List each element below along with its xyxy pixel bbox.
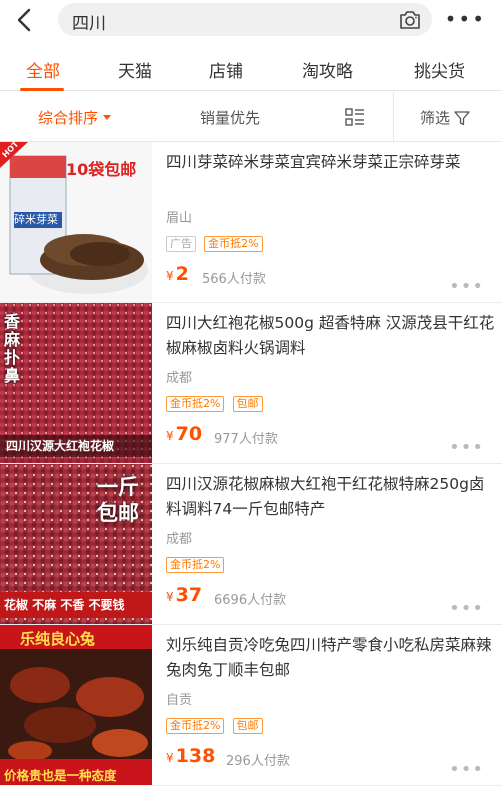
product-tags: 金币抵2% 包邮 — [166, 396, 266, 412]
product-title[interactable]: 四川芽菜碎米芽菜宜宾碎米芽菜正宗碎芽菜 — [166, 150, 496, 175]
product-price: ¥70 — [166, 423, 202, 445]
more-options-icon[interactable]: ••• — [445, 9, 486, 29]
image-caption: 一斤包邮 — [97, 475, 139, 525]
product-title[interactable]: 四川汉源花椒麻椒大红袍干红花椒特麻250g卤料调料74一斤包邮特产 — [166, 472, 496, 522]
product-item[interactable]: 乐纯良心兔 价格贵也是一种态度 刘乐纯自贡冷吃兔四川特产零食小吃私房菜麻辣兔肉兔… — [0, 625, 502, 786]
ad-tag: 广告 — [166, 236, 196, 252]
category-tabs: 全部 天猫 店铺 淘攻略 挑尖货 — [0, 47, 502, 91]
coin-discount-tag: 金币抵2% — [204, 236, 263, 252]
price-value: 70 — [175, 423, 203, 445]
image-caption: 10袋包邮 — [66, 160, 137, 179]
image-caption: 香麻扑鼻 — [4, 312, 21, 385]
tab-all[interactable]: 全部 — [26, 57, 60, 82]
currency-symbol: ¥ — [166, 590, 174, 604]
product-item[interactable]: 一斤包邮 花椒 不麻 不香 不要钱 四川汉源花椒麻椒大红袍干红花椒特麻250g卤… — [0, 464, 502, 625]
price-value: 138 — [175, 745, 216, 767]
search-input[interactable]: 四川 — [58, 3, 432, 36]
free-shipping-tag: 包邮 — [232, 396, 263, 412]
product-tags: 金币抵2% — [166, 557, 227, 573]
sort-sales-button[interactable]: 销量优先 — [200, 107, 260, 128]
filter-button[interactable]: 筛选 — [420, 107, 470, 128]
image-caption: 花椒 不麻 不香 不要钱 — [4, 598, 125, 612]
tab-picks[interactable]: 挑尖货 — [414, 57, 465, 82]
product-tags: 金币抵2% 包邮 — [166, 718, 266, 734]
sort-comprehensive-label: 综合排序 — [38, 109, 99, 127]
product-sales: 296人付款 — [226, 754, 290, 769]
sort-bar: 综合排序 销量优先 筛选 — [0, 92, 502, 142]
top-bar: 四川 ••• — [0, 0, 502, 40]
search-query: 四川 — [72, 14, 106, 34]
sort-comprehensive-button[interactable]: 综合排序 — [38, 107, 112, 128]
product-sales: 566人付款 — [202, 272, 266, 287]
image-caption: 四川汉源大红袍花椒 — [6, 439, 115, 453]
more-options-icon[interactable]: ••• — [449, 278, 484, 296]
active-tab-indicator — [20, 88, 64, 91]
product-sales: 977人付款 — [214, 432, 278, 447]
product-tags: 广告 金币抵2% — [166, 236, 266, 252]
product-title[interactable]: 四川大红袍花椒500g 超香特麻 汉源茂县干红花椒麻椒卤料火锅调料 — [166, 311, 496, 361]
product-sales: 6696人付款 — [214, 593, 287, 608]
filter-label: 筛选 — [420, 109, 451, 127]
price-value: 37 — [175, 584, 203, 606]
product-location: 成都 — [166, 532, 193, 547]
coin-discount-tag: 金币抵2% — [166, 557, 225, 573]
product-image: 一斤包邮 花椒 不麻 不香 不要钱 — [0, 464, 152, 624]
caret-down-icon — [103, 115, 112, 120]
filter-icon — [454, 111, 470, 126]
free-shipping-tag: 包邮 — [232, 718, 263, 734]
tab-guides[interactable]: 淘攻略 — [302, 57, 353, 82]
more-options-icon[interactable]: ••• — [449, 761, 484, 779]
tab-stores[interactable]: 店铺 — [209, 57, 243, 82]
product-item[interactable]: 香麻扑鼻 四川汉源大红袍花椒 四川大红袍花椒500g 超香特麻 汉源茂县干红花椒… — [0, 303, 502, 464]
divider — [393, 92, 394, 142]
image-caption: 碎米芽菜 — [14, 213, 58, 226]
product-price: ¥138 — [166, 745, 215, 767]
product-location: 眉山 — [166, 211, 193, 226]
list-layout-icon[interactable] — [345, 107, 365, 127]
more-options-icon[interactable]: ••• — [449, 439, 484, 457]
coin-discount-tag: 金币抵2% — [166, 396, 225, 412]
tab-tmall[interactable]: 天猫 — [118, 57, 152, 82]
currency-symbol: ¥ — [166, 751, 174, 765]
camera-icon[interactable] — [398, 9, 422, 31]
currency-symbol: ¥ — [166, 269, 174, 283]
currency-symbol: ¥ — [166, 429, 174, 443]
product-price: ¥37 — [166, 584, 202, 606]
product-image: HOT 10袋包邮 碎米芽菜 — [0, 142, 152, 302]
product-image: 乐纯良心兔 价格贵也是一种态度 — [0, 625, 152, 785]
image-caption: 乐纯良心兔 — [20, 630, 96, 648]
product-title[interactable]: 刘乐纯自贡冷吃兔四川特产零食小吃私房菜麻辣兔肉兔丁顺丰包邮 — [166, 633, 496, 683]
price-value: 2 — [175, 263, 189, 285]
product-location: 成都 — [166, 371, 193, 386]
more-options-icon[interactable]: ••• — [449, 600, 484, 618]
product-item[interactable]: HOT 10袋包邮 碎米芽菜 四川芽菜碎米芽菜宜宾碎米芽菜正宗碎芽菜 眉山 广告… — [0, 142, 502, 303]
product-price: ¥2 — [166, 263, 189, 285]
product-location: 自贡 — [166, 693, 193, 708]
product-image: 香麻扑鼻 四川汉源大红袍花椒 — [0, 303, 152, 463]
coin-discount-tag: 金币抵2% — [166, 718, 225, 734]
back-arrow-icon[interactable] — [12, 6, 40, 34]
